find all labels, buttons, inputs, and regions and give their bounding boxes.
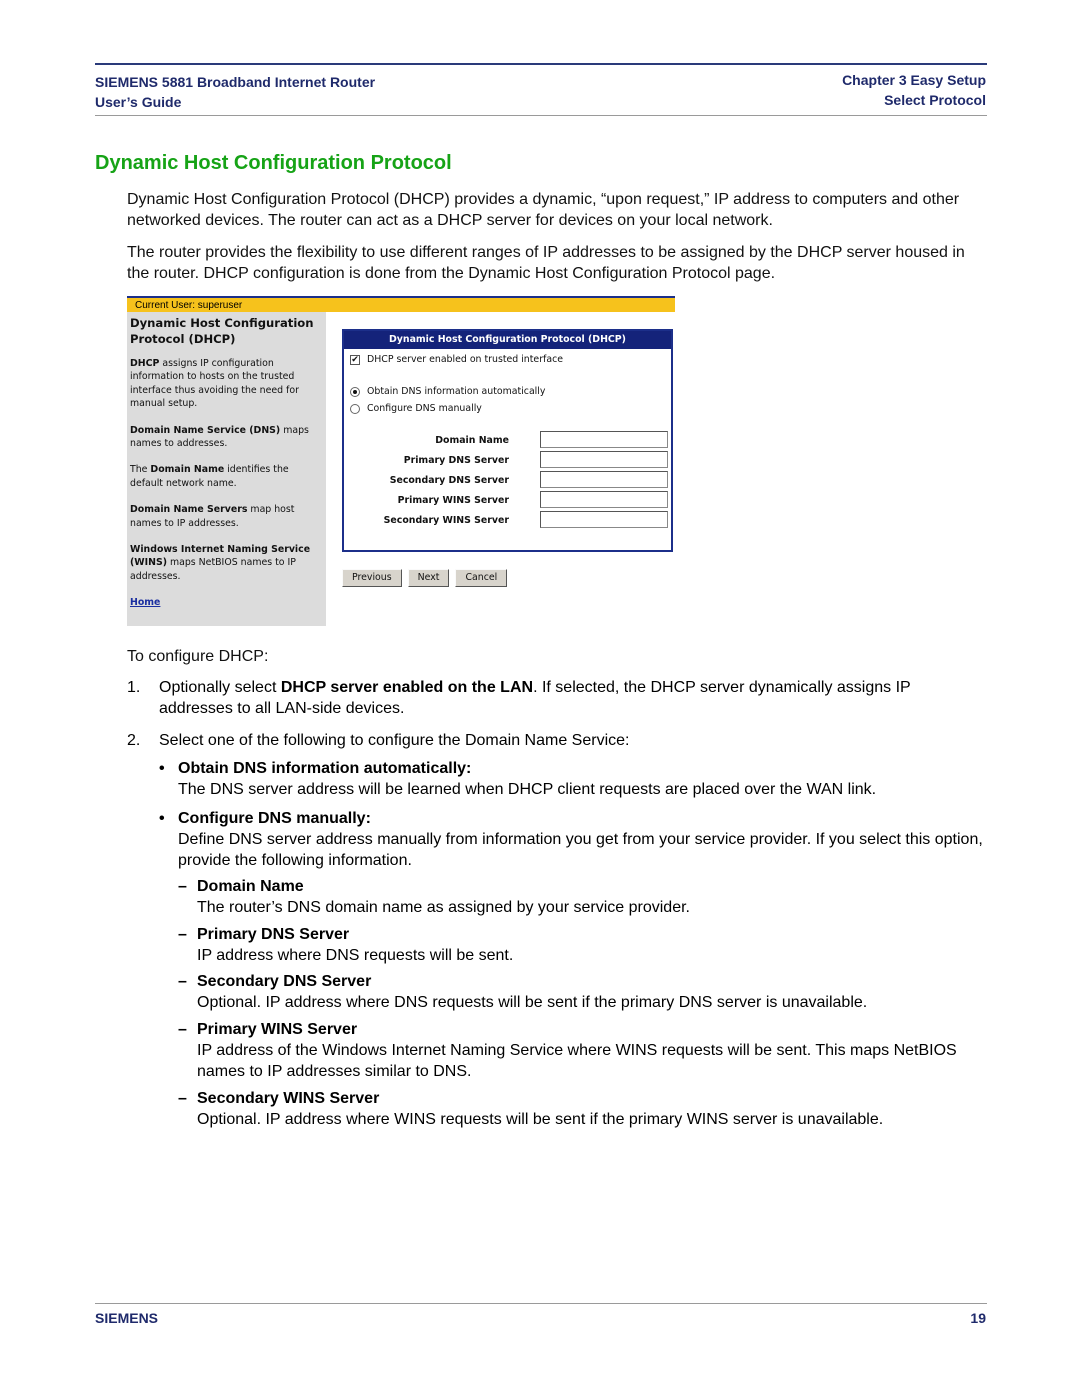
step-number: 1. xyxy=(127,679,141,696)
router-ui-screenshot: Current User: superuser Dynamic Host Con… xyxy=(127,296,675,626)
page-number: 19 xyxy=(970,1310,986,1326)
step-1: 1. Optionally select DHCP server enabled… xyxy=(127,677,987,719)
field-desc-primary-dns: – Primary DNS Server IP address where DN… xyxy=(178,924,988,966)
dash-icon: – xyxy=(178,1090,187,1107)
home-link[interactable]: Home xyxy=(130,597,160,608)
intro-paragraph-1: Dynamic Host Configuration Protocol (DHC… xyxy=(127,191,960,229)
section-title: Dynamic Host Configuration Protocol xyxy=(95,152,452,174)
current-user-label: Current User: superuser xyxy=(135,300,243,311)
bullet-configure-dns-manual: • Configure DNS manually: Define DNS ser… xyxy=(159,808,989,871)
primary-dns-label: Primary DNS Server xyxy=(403,455,509,466)
bullet-text: The DNS server address will be learned w… xyxy=(178,781,877,798)
domain-name-input[interactable] xyxy=(540,431,668,448)
sidebar-help-domain-name: The Domain Name identifies the default n… xyxy=(130,464,289,489)
dns-manual-row: Configure DNS manually xyxy=(350,403,482,414)
domain-name-label: Domain Name xyxy=(435,435,509,446)
bullet-obtain-dns-auto: • Obtain DNS information automatically: … xyxy=(159,758,989,800)
field-desc-text: IP address where DNS requests will be se… xyxy=(197,947,514,964)
dhcp-settings-panel: Dynamic Host Configuration Protocol (DHC… xyxy=(342,329,673,552)
dash-icon: – xyxy=(178,1021,187,1038)
field-desc-heading: Primary DNS Server xyxy=(197,926,350,943)
dns-auto-label: Obtain DNS information automatically xyxy=(367,386,546,397)
field-desc-text: Optional. IP address where DNS requests … xyxy=(197,994,868,1011)
secondary-wins-label: Secondary WINS Server xyxy=(383,515,509,526)
cancel-button[interactable]: Cancel xyxy=(455,569,508,587)
bullet-text: Define DNS server address manually from … xyxy=(178,831,983,869)
field-desc-secondary-dns: – Secondary DNS Server Optional. IP addr… xyxy=(178,971,988,1013)
secondary-dns-label: Secondary DNS Server xyxy=(389,475,509,486)
field-desc-domain-name: – Domain Name The router’s DNS domain na… xyxy=(178,876,988,918)
field-desc-secondary-wins: – Secondary WINS Server Optional. IP add… xyxy=(178,1088,988,1130)
field-desc-text: Optional. IP address where WINS requests… xyxy=(197,1111,884,1128)
secondary-dns-input[interactable] xyxy=(540,471,668,488)
header-chapter: Chapter 3 Easy Setup xyxy=(842,72,986,88)
intro-paragraph-2: The router provides the flexibility to u… xyxy=(127,244,965,282)
sidebar-help-dns-servers: Domain Name Servers map host names to IP… xyxy=(130,504,295,529)
dns-auto-radio[interactable] xyxy=(350,386,360,397)
next-button[interactable]: Next xyxy=(407,569,450,587)
sidebar-help-dhcp: DHCP assigns IP configuration informatio… xyxy=(130,358,299,410)
field-desc-text: The router’s DNS domain name as assigned… xyxy=(197,899,690,916)
step-number: 2. xyxy=(127,732,141,749)
dns-manual-label: Configure DNS manually xyxy=(367,403,482,414)
header-guide-title: User’s Guide xyxy=(95,94,182,110)
field-desc-primary-wins: – Primary WINS Server IP address of the … xyxy=(178,1019,988,1082)
header-top-rule xyxy=(95,63,987,65)
sidebar-help-dns: Domain Name Service (DNS) maps names to … xyxy=(130,424,309,450)
header-left: SIEMENS 5881 Broadband Internet Router U… xyxy=(95,72,375,112)
primary-wins-label: Primary WINS Server xyxy=(397,495,509,506)
sidebar-help-wins: Windows Internet Naming Service (WINS) m… xyxy=(130,544,311,582)
bullet-icon: • xyxy=(159,760,165,777)
panel-title: Dynamic Host Configuration Protocol (DHC… xyxy=(344,331,671,349)
step-text: Optionally select DHCP server enabled on… xyxy=(159,679,911,717)
sidebar-title: Dynamic Host Configuration Protocol (DHC… xyxy=(130,316,314,346)
field-desc-heading: Secondary DNS Server xyxy=(197,973,372,990)
dhcp-enabled-row: ✔ DHCP server enabled on trusted interfa… xyxy=(350,354,563,365)
field-desc-heading: Secondary WINS Server xyxy=(197,1090,380,1107)
header-right: Chapter 3 Easy Setup Select Protocol xyxy=(842,70,986,110)
previous-button[interactable]: Previous xyxy=(342,569,402,587)
dash-icon: – xyxy=(178,973,187,990)
primary-wins-input[interactable] xyxy=(540,491,668,508)
step-2: 2. Select one of the following to config… xyxy=(127,730,987,751)
dhcp-enabled-checkbox[interactable]: ✔ xyxy=(350,354,360,365)
configure-intro: To configure DHCP: xyxy=(127,648,269,665)
dash-icon: – xyxy=(178,926,187,943)
footer-rule xyxy=(95,1303,987,1304)
step-text: Select one of the following to configure… xyxy=(159,732,630,749)
footer-brand: SIEMENS xyxy=(95,1310,159,1326)
help-sidebar: Dynamic Host Configuration Protocol (DHC… xyxy=(127,312,326,626)
header-product-title: SIEMENS 5881 Broadband Internet Router xyxy=(95,74,376,90)
bullet-heading: Configure DNS manually: xyxy=(178,810,371,827)
field-desc-heading: Domain Name xyxy=(197,878,304,895)
current-user-bar: Current User: superuser xyxy=(127,296,675,312)
primary-dns-input[interactable] xyxy=(540,451,668,468)
dhcp-enabled-label: DHCP server enabled on trusted interface xyxy=(367,354,564,365)
dash-icon: – xyxy=(178,878,187,895)
secondary-wins-input[interactable] xyxy=(540,511,668,528)
dns-manual-radio[interactable] xyxy=(350,403,360,414)
field-desc-heading: Primary WINS Server xyxy=(197,1021,358,1038)
wizard-buttons: Previous Next Cancel xyxy=(342,569,508,587)
bullet-heading: Obtain DNS information automatically: xyxy=(178,760,472,777)
dns-auto-row: Obtain DNS information automatically xyxy=(350,386,545,397)
checkmark-icon: ✔ xyxy=(351,354,359,365)
bullet-icon: • xyxy=(159,810,165,827)
header-bottom-rule xyxy=(95,115,987,116)
field-desc-text: IP address of the Windows Internet Namin… xyxy=(197,1042,957,1080)
header-section: Select Protocol xyxy=(884,92,986,108)
